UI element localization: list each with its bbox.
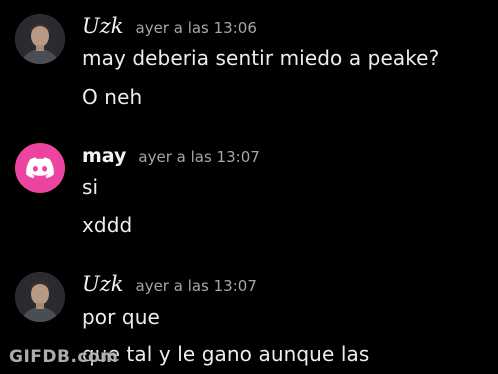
message-text: O neh [82, 85, 143, 109]
username[interactable]: Uzk [82, 272, 124, 296]
user-avatar[interactable] [15, 14, 65, 64]
user-avatar[interactable] [15, 143, 65, 193]
timestamp[interactable]: ayer a las 13:07 [138, 148, 259, 166]
message-text: xddd [82, 213, 133, 237]
chat-log: Uzk ayer a las 13:06 may deberia sentir … [0, 0, 498, 374]
watermark: GIFDB.com [9, 347, 119, 367]
username[interactable]: may [82, 145, 126, 167]
message-text: may deberia sentir miedo a peake? [82, 46, 440, 70]
message-header: Uzk ayer a las 13:06 [82, 14, 257, 38]
timestamp[interactable]: ayer a las 13:07 [136, 277, 257, 295]
message-header: Uzk ayer a las 13:07 [82, 272, 257, 296]
username[interactable]: Uzk [82, 14, 124, 38]
user-photo-icon [15, 272, 65, 322]
message-text: si [82, 175, 99, 199]
user-avatar[interactable] [15, 272, 65, 322]
timestamp[interactable]: ayer a las 13:06 [136, 19, 257, 37]
user-photo-icon [15, 14, 65, 64]
message-text: que tal y le gano aunque las [82, 342, 370, 366]
message-text: por que [82, 305, 160, 329]
discord-logo-icon [26, 157, 54, 179]
message-header: may ayer a las 13:07 [82, 145, 260, 167]
